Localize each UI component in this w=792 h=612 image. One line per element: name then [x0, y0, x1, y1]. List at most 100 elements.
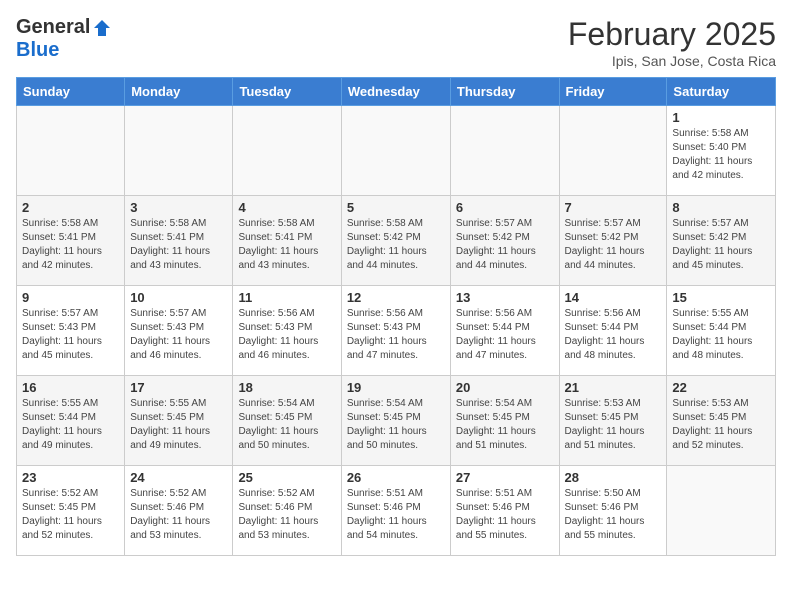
calendar-cell: 26 Sunrise: 5:51 AM Sunset: 5:46 PM Dayli…	[341, 466, 450, 556]
day-number: 28	[565, 470, 662, 485]
day-number: 1	[672, 110, 770, 125]
day-number: 21	[565, 380, 662, 395]
day-info: Sunrise: 5:55 AM Sunset: 5:44 PM Dayligh…	[672, 307, 770, 363]
day-info: Sunrise: 5:53 AM Sunset: 5:45 PM Dayligh…	[672, 397, 770, 453]
day-info: Sunrise: 5:52 AM Sunset: 5:45 PM Dayligh…	[22, 487, 119, 543]
day-header-sunday: Sunday	[17, 78, 125, 106]
day-number: 24	[130, 470, 227, 485]
calendar-cell	[233, 106, 341, 196]
day-info: Sunrise: 5:57 AM Sunset: 5:42 PM Dayligh…	[456, 217, 554, 273]
calendar-cell: 13Sunrise: 5:56 AM Sunset: 5:44 PM Dayli…	[450, 286, 559, 376]
day-info: Sunrise: 5:58 AM Sunset: 5:41 PM Dayligh…	[130, 217, 227, 273]
calendar-cell: 19Sunrise: 5:54 AM Sunset: 5:45 PM Dayli…	[341, 376, 450, 466]
day-info: Sunrise: 5:52 AM Sunset: 5:46 PM Dayligh…	[130, 487, 227, 543]
calendar-week-row: 1 Sunrise: 5:58 AM Sunset: 5:40 PM Daylig…	[17, 106, 776, 196]
calendar-week-row: 16 Sunrise: 5:55 AM Sunset: 5:44 PM Dayli…	[17, 376, 776, 466]
logo-general-text: General	[16, 16, 90, 39]
day-info: Sunrise: 5:51 AM Sunset: 5:46 PM Dayligh…	[347, 487, 445, 543]
day-number: 8	[672, 200, 770, 215]
day-number: 11	[238, 290, 335, 305]
logo-blue-text: Blue	[16, 39, 59, 62]
day-info: Sunrise: 5:57 AM Sunset: 5:43 PM Dayligh…	[22, 307, 119, 363]
day-info: Sunrise: 5:58 AM Sunset: 5:42 PM Dayligh…	[347, 217, 445, 273]
day-number: 2	[22, 200, 119, 215]
day-number: 15	[672, 290, 770, 305]
day-info: Sunrise: 5:58 AM Sunset: 5:41 PM Dayligh…	[238, 217, 335, 273]
calendar-week-row: 23 Sunrise: 5:52 AM Sunset: 5:45 PM Dayli…	[17, 466, 776, 556]
title-section: February 2025 Ipis, San Jose, Costa Rica	[568, 16, 776, 69]
day-info: Sunrise: 5:57 AM Sunset: 5:42 PM Dayligh…	[672, 217, 770, 273]
day-number: 12	[347, 290, 445, 305]
day-number: 9	[22, 290, 119, 305]
day-info: Sunrise: 5:50 AM Sunset: 5:46 PM Dayligh…	[565, 487, 662, 543]
day-number: 16	[22, 380, 119, 395]
day-number: 25	[238, 470, 335, 485]
day-info: Sunrise: 5:56 AM Sunset: 5:43 PM Dayligh…	[347, 307, 445, 363]
calendar-week-row: 2 Sunrise: 5:58 AM Sunset: 5:41 PM Daylig…	[17, 196, 776, 286]
day-number: 26	[347, 470, 445, 485]
day-info: Sunrise: 5:53 AM Sunset: 5:45 PM Dayligh…	[565, 397, 662, 453]
location-subtitle: Ipis, San Jose, Costa Rica	[568, 53, 776, 69]
calendar-cell: 15 Sunrise: 5:55 AM Sunset: 5:44 PM Dayli…	[667, 286, 776, 376]
calendar-cell: 10 Sunrise: 5:57 AM Sunset: 5:43 PM Dayli…	[125, 286, 233, 376]
day-number: 5	[347, 200, 445, 215]
calendar-cell: 7Sunrise: 5:57 AM Sunset: 5:42 PM Daylig…	[559, 196, 667, 286]
calendar-cell: 22 Sunrise: 5:53 AM Sunset: 5:45 PM Dayli…	[667, 376, 776, 466]
day-number: 23	[22, 470, 119, 485]
calendar-cell: 14 Sunrise: 5:56 AM Sunset: 5:44 PM Dayli…	[559, 286, 667, 376]
calendar-cell	[667, 466, 776, 556]
calendar-cell	[125, 106, 233, 196]
day-info: Sunrise: 5:54 AM Sunset: 5:45 PM Dayligh…	[238, 397, 335, 453]
day-number: 4	[238, 200, 335, 215]
day-number: 22	[672, 380, 770, 395]
day-number: 6	[456, 200, 554, 215]
day-header-wednesday: Wednesday	[341, 78, 450, 106]
calendar-cell	[341, 106, 450, 196]
day-number: 20	[456, 380, 554, 395]
calendar-cell: 1 Sunrise: 5:58 AM Sunset: 5:40 PM Daylig…	[667, 106, 776, 196]
calendar-cell: 16 Sunrise: 5:55 AM Sunset: 5:44 PM Dayli…	[17, 376, 125, 466]
day-info: Sunrise: 5:58 AM Sunset: 5:41 PM Dayligh…	[22, 217, 119, 273]
day-number: 3	[130, 200, 227, 215]
calendar-cell	[17, 106, 125, 196]
day-info: Sunrise: 5:52 AM Sunset: 5:46 PM Dayligh…	[238, 487, 335, 543]
day-header-friday: Friday	[559, 78, 667, 106]
day-number: 10	[130, 290, 227, 305]
day-info: Sunrise: 5:55 AM Sunset: 5:44 PM Dayligh…	[22, 397, 119, 453]
calendar-cell: 5 Sunrise: 5:58 AM Sunset: 5:42 PM Daylig…	[341, 196, 450, 286]
calendar-cell	[559, 106, 667, 196]
day-info: Sunrise: 5:57 AM Sunset: 5:43 PM Dayligh…	[130, 307, 227, 363]
day-info: Sunrise: 5:54 AM Sunset: 5:45 PM Dayligh…	[456, 397, 554, 453]
day-header-thursday: Thursday	[450, 78, 559, 106]
calendar-cell: 21 Sunrise: 5:53 AM Sunset: 5:45 PM Dayli…	[559, 376, 667, 466]
day-number: 17	[130, 380, 227, 395]
page-header: General Blue February 2025 Ipis, San Jos…	[16, 16, 776, 69]
calendar-cell: 3 Sunrise: 5:58 AM Sunset: 5:41 PM Daylig…	[125, 196, 233, 286]
calendar-cell: 24 Sunrise: 5:52 AM Sunset: 5:46 PM Dayli…	[125, 466, 233, 556]
day-info: Sunrise: 5:54 AM Sunset: 5:45 PM Dayligh…	[347, 397, 445, 453]
calendar-cell: 17Sunrise: 5:55 AM Sunset: 5:45 PM Dayli…	[125, 376, 233, 466]
day-number: 13	[456, 290, 554, 305]
day-number: 27	[456, 470, 554, 485]
calendar-cell: 4 Sunrise: 5:58 AM Sunset: 5:41 PM Daylig…	[233, 196, 341, 286]
day-header-monday: Monday	[125, 78, 233, 106]
day-number: 7	[565, 200, 662, 215]
calendar-cell	[450, 106, 559, 196]
calendar-table: SundayMondayTuesdayWednesdayThursdayFrid…	[16, 77, 776, 556]
day-info: Sunrise: 5:56 AM Sunset: 5:44 PM Dayligh…	[565, 307, 662, 363]
logo: General Blue	[16, 16, 112, 62]
day-info: Sunrise: 5:56 AM Sunset: 5:43 PM Dayligh…	[238, 307, 335, 363]
day-number: 14	[565, 290, 662, 305]
day-header-saturday: Saturday	[667, 78, 776, 106]
calendar-cell: 23 Sunrise: 5:52 AM Sunset: 5:45 PM Dayli…	[17, 466, 125, 556]
day-info: Sunrise: 5:58 AM Sunset: 5:40 PM Dayligh…	[672, 127, 770, 183]
calendar-cell: 6 Sunrise: 5:57 AM Sunset: 5:42 PM Daylig…	[450, 196, 559, 286]
calendar-week-row: 9 Sunrise: 5:57 AM Sunset: 5:43 PM Daylig…	[17, 286, 776, 376]
calendar-cell: 25 Sunrise: 5:52 AM Sunset: 5:46 PM Dayli…	[233, 466, 341, 556]
day-info: Sunrise: 5:51 AM Sunset: 5:46 PM Dayligh…	[456, 487, 554, 543]
calendar-cell: 20 Sunrise: 5:54 AM Sunset: 5:45 PM Dayli…	[450, 376, 559, 466]
calendar-cell: 2 Sunrise: 5:58 AM Sunset: 5:41 PM Daylig…	[17, 196, 125, 286]
calendar-cell: 18 Sunrise: 5:54 AM Sunset: 5:45 PM Dayli…	[233, 376, 341, 466]
day-number: 18	[238, 380, 335, 395]
calendar-cell: 8 Sunrise: 5:57 AM Sunset: 5:42 PM Daylig…	[667, 196, 776, 286]
